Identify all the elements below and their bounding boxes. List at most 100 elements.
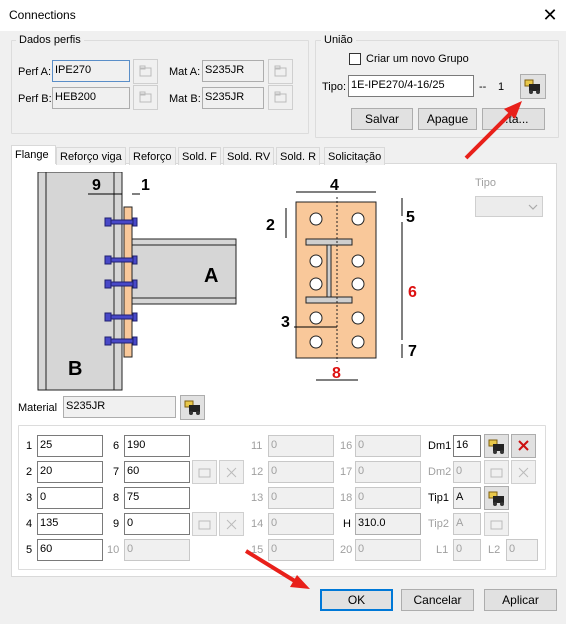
tab-sold-f[interactable]: Sold. F: [178, 147, 221, 165]
window-title: Connections: [9, 8, 76, 22]
material-browse-button[interactable]: [180, 395, 205, 420]
dm1-clear-button[interactable]: [511, 434, 536, 458]
param-9-browse-button[interactable]: [192, 512, 217, 536]
param-11-field[interactable]: 0: [268, 435, 334, 457]
param-13-field[interactable]: 0: [268, 487, 334, 509]
l1-label: L1: [436, 544, 449, 556]
l2-field[interactable]: 0: [506, 539, 538, 561]
dm1-browse-button[interactable]: [484, 434, 509, 458]
param-20-field[interactable]: 0: [355, 539, 421, 561]
param-3-field[interactable]: 0: [37, 487, 103, 509]
param-18-label: 18: [340, 492, 353, 504]
param-6-field[interactable]: 190: [124, 435, 190, 457]
folder-icon: [198, 520, 211, 530]
param-5-field[interactable]: 60: [37, 539, 103, 561]
annotation-arrow-icon: [464, 101, 522, 160]
param-16-label: 16: [340, 440, 353, 452]
dm2-clear-button[interactable]: [511, 460, 536, 484]
param-9-clear-button[interactable]: [219, 512, 244, 536]
tab-flange[interactable]: Flange: [11, 145, 56, 164]
diagram-label-2: 2: [266, 217, 275, 234]
tip2-field[interactable]: A: [453, 513, 481, 535]
mat-a-field[interactable]: S235JR: [202, 60, 264, 82]
dm1-field[interactable]: 16: [453, 435, 481, 457]
tip2-label: Tip2: [428, 518, 449, 530]
material-field[interactable]: S235JR: [63, 396, 176, 418]
param-7-field[interactable]: 60: [124, 461, 190, 483]
param-16-field[interactable]: 0: [355, 435, 421, 457]
param-7-browse-button[interactable]: [192, 460, 217, 484]
param-5-label: 5: [26, 544, 33, 556]
diagram-label-9: 9: [92, 177, 101, 194]
tip2-browse-button[interactable]: [484, 512, 509, 536]
new-group-checkbox[interactable]: [349, 53, 361, 65]
folder-icon: [490, 520, 503, 530]
param-7-label: 7: [113, 466, 120, 478]
perf-a-browse-button[interactable]: [133, 59, 158, 84]
param-8-label: 8: [113, 492, 120, 504]
param-12-label: 12: [251, 466, 264, 478]
dm2-browse-button[interactable]: [484, 460, 509, 484]
param-7-clear-button[interactable]: [219, 460, 244, 484]
param-18-field[interactable]: 0: [355, 487, 421, 509]
tipo-select[interactable]: [475, 196, 543, 217]
param-1-field[interactable]: 25: [37, 435, 103, 457]
mat-a-browse-button[interactable]: [268, 59, 293, 84]
mat-b-browse-button[interactable]: [268, 85, 293, 110]
dm2-field[interactable]: 0: [453, 461, 481, 483]
diagram-label-a: A: [204, 265, 218, 287]
tip1-browse-button[interactable]: [484, 486, 509, 510]
param-11-label: 11: [251, 440, 263, 452]
diagram-label-5: 5: [406, 209, 415, 226]
param-12-field[interactable]: 0: [268, 461, 334, 483]
apply-button[interactable]: Aplicar: [484, 589, 557, 611]
tab-reforco[interactable]: Reforço: [129, 147, 176, 165]
param-17-label: 17: [340, 466, 353, 478]
cancel-button[interactable]: Cancelar: [401, 589, 474, 611]
param-9-label: 9: [113, 518, 120, 530]
param-1-label: 1: [26, 440, 33, 452]
param-14-field[interactable]: 0: [268, 513, 334, 535]
save-button[interactable]: Salvar: [351, 108, 413, 130]
connection-diagram: B A 9 1 4 2 5 6 3 7 8: [16, 172, 466, 394]
diagram-label-1: 1: [141, 177, 150, 194]
param-17-field[interactable]: 0: [355, 461, 421, 483]
param-4-label: 4: [26, 518, 33, 530]
perf-a-label: Perf A:: [18, 66, 52, 78]
tab-sold-r[interactable]: Sold. R: [276, 147, 321, 165]
param-8-field[interactable]: 75: [124, 487, 190, 509]
folder-icon: [490, 468, 503, 478]
param-h-field[interactable]: 310.0: [355, 513, 421, 535]
dm2-label: Dm2: [428, 466, 452, 478]
param-4-field[interactable]: 135: [37, 513, 103, 535]
chevron-down-icon: [528, 204, 538, 210]
material-label: Material: [18, 402, 58, 414]
tab-solicitacao[interactable]: Solicitação: [324, 147, 386, 165]
tab-reforco-viga[interactable]: Reforço viga: [56, 147, 126, 165]
close-icon: [518, 440, 529, 451]
tipo-side-label: Tipo: [475, 177, 496, 189]
param-2-label: 2: [26, 466, 33, 478]
ok-button[interactable]: OK: [320, 589, 393, 611]
truck-icon: [184, 400, 200, 415]
close-icon[interactable]: ✕: [540, 5, 560, 25]
param-9-field[interactable]: 0: [124, 513, 190, 535]
tab-sold-rv[interactable]: Sold. RV: [223, 147, 275, 165]
diagram-label-b: B: [68, 358, 82, 380]
diagram-label-8: 8: [332, 365, 341, 382]
perf-a-field[interactable]: IPE270: [52, 60, 130, 82]
diagram-label-6: 6: [408, 284, 417, 301]
tip1-field[interactable]: A: [453, 487, 481, 509]
truck-icon: [488, 491, 504, 506]
folder-icon: [274, 91, 287, 103]
mat-b-field[interactable]: S235JR: [202, 87, 264, 109]
diagram-label-7: 7: [408, 343, 417, 360]
l1-field[interactable]: 0: [453, 539, 481, 561]
param-10-field[interactable]: 0: [124, 539, 190, 561]
close-icon: [226, 467, 237, 478]
perf-b-browse-button[interactable]: [133, 85, 158, 110]
perf-b-field[interactable]: HEB200: [52, 87, 130, 109]
tipo-field[interactable]: 1E-IPE270/4-16/25: [348, 75, 474, 97]
tip1-label: Tip1: [428, 492, 449, 504]
param-2-field[interactable]: 20: [37, 461, 103, 483]
